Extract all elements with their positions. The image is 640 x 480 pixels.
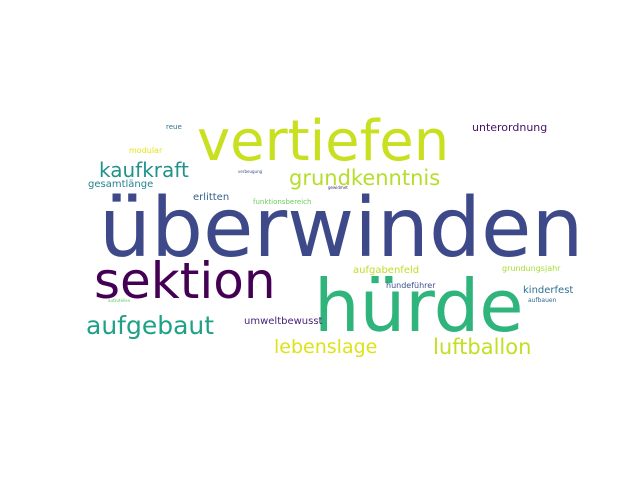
word-aufzuteilen: aufzuteilen bbox=[108, 298, 131, 303]
word-umweltbewusst: umweltbewusst bbox=[244, 316, 323, 327]
word-vertiefen: vertiefen bbox=[197, 109, 450, 174]
word-aufbauen: aufbauen bbox=[528, 297, 557, 304]
word-gewidmet: gewidmet bbox=[328, 185, 348, 190]
word-reue: reue bbox=[166, 123, 182, 131]
word-grundkenntnis: grundkenntnis bbox=[289, 166, 441, 190]
word-aufgabenfeld: aufgabenfeld bbox=[353, 265, 420, 276]
word-aufgebaut: aufgebaut bbox=[86, 311, 215, 340]
word-verbeugung: verbeugung bbox=[238, 169, 263, 174]
word-grundungsjahr: grundungsjahr bbox=[502, 264, 561, 273]
word-luftballon: luftballon bbox=[433, 335, 532, 359]
word-modular: modular bbox=[129, 146, 163, 155]
word-lebenslage: lebenslage bbox=[274, 336, 378, 358]
word-kinderfest: kinderfest bbox=[523, 285, 574, 296]
word-funktionsbereich: funktionsbereich bbox=[253, 198, 312, 206]
word-gesamtlange: gesamtlänge bbox=[88, 179, 154, 190]
word-kaufkraft: kaufkraft bbox=[99, 158, 189, 182]
word-erlitten: erlitten bbox=[193, 192, 230, 203]
word-unterordnung: unterordnung bbox=[472, 121, 548, 134]
word-cloud: überwinden vertiefen hürde sektion grund… bbox=[0, 0, 640, 480]
word-hundefuhrer: hundeführer bbox=[386, 281, 436, 290]
